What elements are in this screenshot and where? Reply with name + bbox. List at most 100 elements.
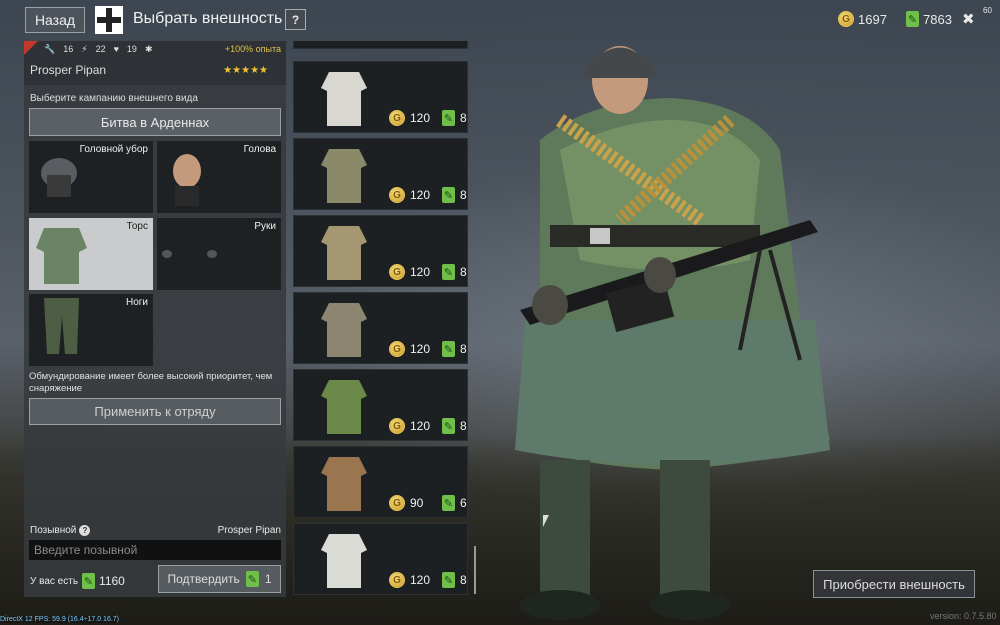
callsign-label-text: Позывной [30, 525, 77, 536]
boot-icon: ⚡ [81, 44, 88, 54]
gold-price: G 120 [389, 110, 430, 126]
gold-price: G 120 [389, 572, 430, 588]
callsign-input[interactable] [29, 540, 281, 560]
order-price-value: 6 [460, 496, 467, 510]
wrench-icon: 🔧 [44, 44, 56, 54]
appearance-item-card[interactable]: G 120 ✎ 8 [293, 292, 468, 364]
appearance-item-card[interactable]: G 120 ✎ 8 [293, 138, 468, 210]
campaign-label: Выберите кампанию внешнего вида [30, 93, 198, 104]
perk-icon: ✱ [144, 44, 153, 54]
uniform-thumbnail [321, 380, 367, 434]
gold-price-value: 120 [410, 111, 431, 125]
silver-order-icon: ✎ [82, 573, 96, 589]
scrollbar[interactable] [474, 546, 476, 594]
order-price: ✎ 6 [442, 495, 467, 511]
silver-amount: 7863 [923, 11, 952, 27]
soldier-stats: 🔧 16 ⚡ 22 ♥ 19 ✱ [44, 44, 152, 55]
silver-order-icon: ✎ [442, 418, 455, 434]
silver-balance: ✎ 7863 [906, 11, 952, 27]
gold-coin-icon: G [389, 110, 405, 126]
gold-price-value: 120 [410, 573, 431, 587]
slot-hands[interactable]: Руки [157, 218, 281, 290]
back-button[interactable]: Назад [25, 7, 85, 33]
order-price: ✎ 8 [442, 341, 467, 357]
top-bar: Назад Выбрать внешность ? G 1697 ✎ 7863 … [0, 0, 1000, 40]
balance-value: 1160 [99, 574, 125, 588]
appearance-item-card[interactable]: G 120 ✎ 8 [293, 369, 468, 441]
priority-note: Обмундирование имеет более высокий приор… [29, 371, 273, 394]
rating-stars: ★★★★★ [223, 65, 268, 76]
exp-bonus: +100% опыта [224, 44, 281, 54]
slot-headgear[interactable]: Головной убор [29, 141, 153, 213]
faction-cross-icon [95, 6, 123, 34]
uniform-thumbnail [321, 149, 367, 203]
soldier-name: Prosper Pipan [30, 63, 107, 77]
appearance-panel: 🔧 16 ⚡ 22 ♥ 19 ✱ +100% опыта Prosper Pip… [24, 41, 286, 597]
callsign-label: Позывной ? [30, 525, 91, 536]
gold-coin-icon: G [389, 341, 405, 357]
confirm-button[interactable]: Подтвердить ✎ 1 [158, 565, 281, 593]
silver-order-icon: ✎ [442, 495, 455, 511]
silver-order-icon: ✎ [442, 341, 455, 357]
gold-coin-icon: G [389, 187, 405, 203]
gold-coin-icon: G [838, 11, 854, 27]
slot-label: Руки [254, 221, 276, 232]
order-price-value: 8 [460, 419, 467, 433]
silver-order-icon: ✎ [442, 264, 455, 280]
silver-order-icon: ✎ [442, 572, 455, 588]
gold-price-value: 120 [410, 419, 431, 433]
soldier-character-render [515, 46, 830, 620]
help-button[interactable]: ? [285, 9, 306, 30]
order-price-value: 8 [460, 573, 467, 587]
slot-label: Головной убор [79, 144, 148, 155]
slot-legs[interactable]: Ноги [29, 294, 153, 366]
silver-order-icon: ✎ [442, 110, 455, 126]
close-icon[interactable]: ✖ [962, 10, 975, 28]
list-item-partial[interactable] [293, 41, 468, 49]
slot-label: Ноги [125, 297, 148, 308]
uniform-thumbnail [321, 226, 367, 280]
gold-price: G 120 [389, 187, 430, 203]
gold-coin-icon: G [389, 264, 405, 280]
debug-overlay: DirectX 12 FPS: 59.9 (16.4÷17.0 16.7) [0, 616, 120, 623]
balance-info: У вас есть ✎ 1160 [30, 573, 125, 589]
slot-label: Голова [243, 144, 276, 155]
silver-order-icon: ✎ [245, 571, 259, 587]
order-price: ✎ 8 [442, 187, 467, 203]
gold-price-value: 120 [410, 188, 431, 202]
gold-coin-icon: G [389, 495, 405, 511]
slot-label: Торс [126, 221, 148, 232]
appearance-list: G 120 ✎ 8 G 120 ✎ 8 G 120 ✎ 8 G 120 ✎ 8 G 120 ✎ 8 G 90 ✎ 6 G 120 ✎… [293, 41, 475, 597]
slot-head[interactable]: Голова [157, 141, 281, 213]
appearance-item-card[interactable]: G 120 ✎ 8 [293, 215, 468, 287]
gold-price: G 90 [389, 495, 423, 511]
order-price-value: 8 [460, 265, 467, 279]
fps-counter: 60 [983, 6, 992, 15]
campaign-select-button[interactable]: Битва в Арденнах [29, 108, 281, 136]
slot-torso[interactable]: Торс [29, 218, 153, 290]
gold-price: G 120 [389, 341, 430, 357]
confirm-cost: 1 [264, 572, 272, 586]
gold-price-value: 120 [410, 342, 431, 356]
purchase-appearance-button[interactable]: Приобрести внешность [813, 570, 975, 598]
order-price-value: 8 [460, 342, 467, 356]
stat-value: 19 [126, 44, 137, 54]
uniform-thumbnail [321, 303, 367, 357]
order-price: ✎ 8 [442, 572, 467, 588]
stat-value: 22 [95, 44, 106, 54]
callsign-current: Prosper Pipan [217, 525, 281, 536]
order-price: ✎ 8 [442, 264, 467, 280]
gold-balance: G 1697 [838, 11, 887, 27]
mouse-cursor [543, 515, 549, 527]
appearance-item-card[interactable]: G 120 ✎ 8 [293, 61, 468, 133]
help-icon[interactable]: ? [79, 525, 91, 536]
balance-label: У вас есть [30, 575, 79, 587]
uniform-thumbnail [321, 457, 367, 511]
order-price-value: 8 [460, 188, 467, 202]
appearance-item-card[interactable]: G 120 ✎ 8 [293, 523, 468, 595]
apply-to-squad-button[interactable]: Применить к отряду [29, 398, 281, 425]
order-price: ✎ 8 [442, 418, 467, 434]
confirm-label: Подтвердить [167, 572, 240, 586]
appearance-item-card[interactable]: G 90 ✎ 6 [293, 446, 468, 518]
order-price: ✎ 8 [442, 110, 467, 126]
